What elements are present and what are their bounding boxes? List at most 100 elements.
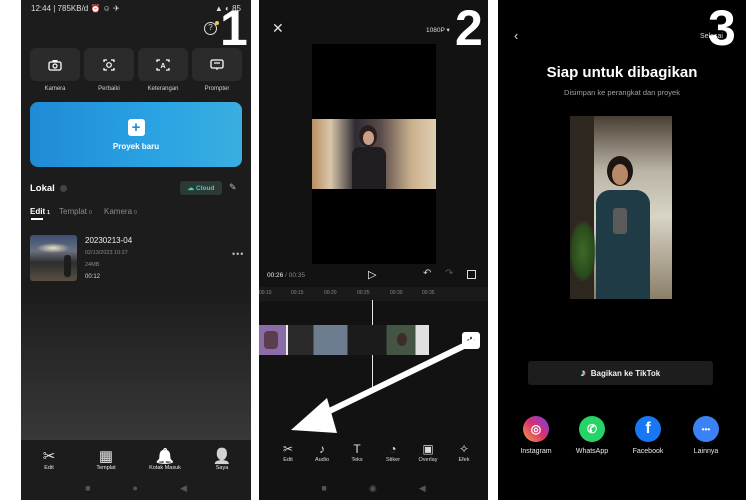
- tab-edit[interactable]: Edit 1: [30, 207, 50, 216]
- home-icon[interactable]: ◉: [369, 483, 377, 494]
- nav-edit[interactable]: ✂ Edit: [26, 448, 72, 471]
- prompter-icon: [210, 58, 224, 70]
- tool-overlay[interactable]: ▣ Overlay: [411, 441, 445, 463]
- plant: [570, 221, 596, 281]
- profile-icon: 👤: [212, 448, 232, 465]
- recents-icon[interactable]: ■: [85, 483, 90, 494]
- prompter-tile[interactable]: [192, 48, 242, 81]
- share-title: Siap untuk dibagikan: [546, 64, 698, 81]
- person-face: [612, 164, 628, 185]
- tab-edit-label: Edit: [30, 207, 46, 216]
- plus-icon: +: [127, 118, 145, 136]
- share-to-tiktok-button[interactable]: ♪ Bagikan ke TikTok: [528, 361, 713, 385]
- capcut-share-screen: ‹ Selesai 3 Siap untuk dibagikan Disimpa…: [498, 0, 746, 500]
- home-icon[interactable]: ●: [133, 483, 138, 494]
- tool-effect[interactable]: ✧ Efek: [447, 441, 481, 463]
- tool-overlay-label: Overlay: [418, 457, 438, 463]
- tab-templat[interactable]: Templat 0: [59, 207, 92, 216]
- share-more[interactable]: ••• Lainnya: [678, 416, 734, 455]
- project-duration: 00:12: [85, 274, 101, 280]
- nav-profile-label: Saya: [215, 465, 229, 471]
- share-instagram[interactable]: ◎ Instagram: [508, 416, 564, 455]
- held-phone: [613, 208, 627, 234]
- tool-effect-label: Efek: [458, 457, 470, 463]
- back-chevron-icon[interactable]: ‹: [514, 28, 518, 43]
- capcut-home-screen: 12:44 | 785KB/d ⏰ ☺ ✈ ▲ ◐ 85 ? 1 A Kamer…: [21, 0, 251, 500]
- instagram-glyph: ◎: [530, 422, 542, 436]
- tab-kamera-label: Kamera: [104, 207, 133, 216]
- tool-audio-label: Audio: [314, 457, 330, 463]
- project-name: 20230213-04: [85, 236, 133, 245]
- tool-sticker[interactable]: ◔ Stiker: [376, 441, 410, 463]
- new-project-label: Proyek baru: [112, 141, 160, 151]
- tool-audio[interactable]: ♪ Audio: [305, 441, 339, 463]
- share-facebook[interactable]: f Facebook: [620, 416, 676, 455]
- svg-text:A: A: [160, 63, 165, 70]
- back-icon[interactable]: ◀: [419, 483, 426, 494]
- local-title-text: Lokal: [30, 183, 55, 194]
- cloud-icon: ☁: [187, 185, 195, 192]
- share-whatsapp-label: WhatsApp: [575, 448, 609, 455]
- step-number-3: 3: [708, 0, 736, 56]
- camera-label: Kamera: [44, 86, 66, 92]
- nav-profile[interactable]: 👤 Saya: [199, 448, 245, 471]
- tab-templat-label: Templat: [59, 207, 88, 216]
- facebook-icon: f: [635, 416, 661, 442]
- back-icon[interactable]: ◀: [180, 483, 187, 494]
- template-icon: ▦: [98, 448, 114, 465]
- tab-templat-count: 0: [89, 210, 92, 216]
- camera-icon: [48, 59, 62, 71]
- tool-edit-label: Edit: [283, 457, 293, 463]
- arrow-annotation-icon: [291, 339, 475, 433]
- recents-icon[interactable]: ■: [321, 483, 326, 494]
- project-thumbnail[interactable]: [30, 235, 77, 281]
- more-options-icon[interactable]: •••: [232, 249, 244, 259]
- camera-tile[interactable]: [30, 48, 80, 81]
- tool-text[interactable]: T Teks: [340, 441, 374, 463]
- status-bar: 12:44 | 785KB/d ⏰ ☺ ✈ ▲ ◐ 85: [31, 4, 241, 13]
- project-date: 02/13/2023 10:27: [85, 250, 128, 256]
- caption-tile[interactable]: A: [138, 48, 188, 81]
- more-glyph: •••: [701, 424, 711, 434]
- tab-active-underline: [31, 218, 43, 220]
- thumbnail-figure: [64, 255, 71, 277]
- enhance-tile[interactable]: [84, 48, 134, 81]
- status-left: 12:44 | 785KB/d ⏰ ☺ ✈: [31, 4, 120, 13]
- tiktok-button-label: Bagikan ke TikTok: [590, 368, 661, 378]
- scissors-icon: ✂: [282, 442, 294, 456]
- enhance-icon: [103, 58, 115, 71]
- tab-kamera[interactable]: Kamera 0: [104, 207, 137, 216]
- local-dropdown-icon[interactable]: [60, 184, 68, 192]
- tiktok-icon: ♪: [580, 367, 586, 379]
- new-project-button[interactable]: + Proyek baru: [30, 102, 242, 167]
- tool-text-label: Teks: [351, 457, 363, 463]
- nav-inbox-label: Kotak Masuk: [149, 465, 181, 471]
- instagram-icon: ◎: [523, 416, 549, 442]
- edit-pencil-icon[interactable]: ✎: [229, 182, 237, 193]
- tool-edit[interactable]: ✂ Edit: [271, 441, 305, 463]
- cloud-label: Cloud: [196, 184, 215, 192]
- nav-templat[interactable]: ▦ Templat: [83, 448, 129, 471]
- nav-inbox[interactable]: 🔔 Kotak Masuk: [142, 448, 188, 471]
- exported-video-preview[interactable]: [570, 116, 672, 299]
- effect-icon: ✧: [458, 442, 470, 456]
- caption-label: Keterangan: [147, 86, 179, 92]
- prompter-label: Prompter: [204, 86, 230, 92]
- share-more-label: Lainnya: [693, 448, 719, 455]
- scissors-icon: ✂: [42, 448, 56, 465]
- overlay-icon: ▣: [422, 442, 434, 456]
- share-whatsapp[interactable]: ✆ WhatsApp: [564, 416, 620, 455]
- cloud-button[interactable]: ☁ Cloud: [180, 181, 222, 195]
- thumbnail-glow: [36, 243, 70, 253]
- whatsapp-icon: ✆: [579, 416, 605, 442]
- more-icon: •••: [693, 416, 719, 442]
- bottom-fade: [21, 290, 251, 440]
- enhance-label: Perbaiki: [98, 86, 120, 92]
- facebook-glyph: f: [645, 420, 651, 437]
- bell-icon: 🔔: [155, 448, 175, 465]
- share-facebook-label: Facebook: [632, 448, 664, 455]
- project-size: 24MB: [85, 262, 100, 268]
- nav-edit-label: Edit: [44, 465, 54, 471]
- tab-edit-count: 1: [47, 210, 50, 216]
- person-outfit: [596, 190, 650, 299]
